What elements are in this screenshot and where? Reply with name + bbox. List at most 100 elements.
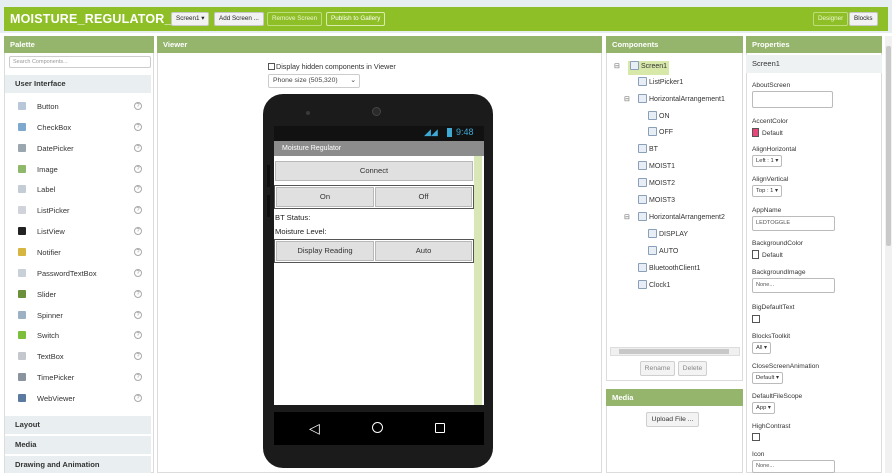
help-icon[interactable]: ? xyxy=(134,143,142,152)
blocks-toolkit-select[interactable]: All ▾ xyxy=(752,342,771,354)
add-screen-button[interactable]: Add Screen ... xyxy=(214,12,264,26)
palette-header: Palette xyxy=(4,36,154,53)
component-item-label: ListPicker1 xyxy=(649,79,684,86)
help-icon[interactable]: ? xyxy=(134,289,142,298)
palette-item-image[interactable]: Image? xyxy=(8,160,150,180)
help-icon[interactable]: ? xyxy=(134,102,142,110)
high-contrast-checkbox[interactable] xyxy=(752,433,760,441)
palette-category-drawing-and-animation[interactable]: Drawing and Animation xyxy=(5,456,151,473)
textbox-icon xyxy=(18,352,26,361)
component-item-on[interactable]: ON xyxy=(648,111,670,125)
component-item-label: BT xyxy=(649,146,658,153)
screen-select-dropdown[interactable]: Screen1 ▾ xyxy=(171,12,210,26)
about-screen-textarea[interactable] xyxy=(752,91,833,108)
palette-category-user-interface[interactable]: User Interface xyxy=(5,75,151,93)
listview-icon xyxy=(18,227,26,236)
scrollbar-thumb[interactable] xyxy=(619,349,729,354)
help-icon[interactable]: ? xyxy=(134,164,142,173)
align-horizontal-select[interactable]: Left : 1 ▾ xyxy=(752,155,783,167)
blocks-button[interactable]: Blocks xyxy=(849,12,878,26)
collapse-toggle-icon[interactable]: ⊟ xyxy=(624,95,630,103)
component-item-off[interactable]: OFF xyxy=(648,127,673,141)
component-item-moist2[interactable]: MOIST2 xyxy=(638,178,675,192)
palette-item-slider[interactable]: Slider? xyxy=(8,285,150,305)
component-type-icon xyxy=(648,111,657,120)
help-icon[interactable]: ? xyxy=(134,310,142,319)
palette-item-datepicker[interactable]: DatePicker? xyxy=(8,139,150,159)
delete-button[interactable]: Delete xyxy=(678,361,707,376)
palette-item-label[interactable]: Label? xyxy=(8,180,150,200)
component-item-horizontalarrangement1[interactable]: HorizontalArrangement1 xyxy=(638,94,725,108)
component-item-screen1[interactable]: Screen1 xyxy=(628,61,670,75)
display-hidden-checkbox[interactable] xyxy=(268,63,275,70)
display-hidden-components-option[interactable]: Display hidden components in Viewer xyxy=(268,62,396,71)
help-icon[interactable]: ? xyxy=(134,122,142,131)
background-color-picker[interactable]: Default xyxy=(752,250,783,259)
status-time: 9:48 xyxy=(456,127,474,137)
remove-screen-button[interactable]: Remove Screen xyxy=(267,12,323,26)
palette-item-notifier[interactable]: Notifier? xyxy=(8,243,150,263)
palette-item-spinner[interactable]: Spinner? xyxy=(8,306,150,326)
collapse-toggle-icon[interactable]: ⊟ xyxy=(624,213,630,221)
page-scrollbar[interactable] xyxy=(885,36,892,473)
designer-button[interactable]: Designer xyxy=(813,12,849,26)
upload-file-button[interactable]: Upload File ... xyxy=(646,412,699,427)
component-item-bluetoothclient1[interactable]: BluetoothClient1 xyxy=(638,263,700,277)
media-header: Media xyxy=(606,389,743,406)
help-icon[interactable]: ? xyxy=(134,227,142,236)
palette-search-input[interactable]: Search Components... xyxy=(9,56,151,68)
help-icon[interactable]: ? xyxy=(134,268,142,277)
phone-status-bar xyxy=(274,126,484,141)
align-vertical-select[interactable]: Top : 1 ▾ xyxy=(752,185,782,197)
palette-item-switch[interactable]: Switch? xyxy=(8,326,150,346)
help-icon[interactable]: ? xyxy=(134,393,142,402)
on-button[interactable]: On xyxy=(276,187,374,207)
help-icon[interactable]: ? xyxy=(134,206,142,215)
moisture-level-label: Moisture Level: xyxy=(275,227,327,236)
help-icon[interactable]: ? xyxy=(134,352,142,361)
collapse-toggle-icon[interactable]: ⊟ xyxy=(614,62,620,70)
component-type-icon xyxy=(648,246,657,255)
palette-item-timepicker[interactable]: TimePicker? xyxy=(8,368,150,388)
big-default-text-checkbox[interactable] xyxy=(752,315,760,323)
default-file-scope-select[interactable]: App ▾ xyxy=(752,402,775,414)
off-button[interactable]: Off xyxy=(375,187,472,207)
app-title-bar: Moisture Regulator xyxy=(274,141,484,156)
page-scrollbar-thumb[interactable] xyxy=(886,46,891,246)
component-item-display[interactable]: DISPLAY xyxy=(648,229,688,243)
component-item-listpicker1[interactable]: ListPicker1 xyxy=(638,77,683,91)
palette-category-media[interactable]: Media xyxy=(5,436,151,454)
palette-item-passwordtextbox[interactable]: PasswordTextBox? xyxy=(8,264,150,284)
background-image-picker[interactable]: None... xyxy=(752,278,835,293)
components-horizontal-scrollbar[interactable] xyxy=(610,347,740,356)
connect-button[interactable]: Connect xyxy=(275,161,473,181)
component-item-moist1[interactable]: MOIST1 xyxy=(638,161,675,175)
help-icon[interactable]: ? xyxy=(134,185,142,194)
component-item-auto[interactable]: AUTO xyxy=(648,246,678,260)
palette-item-textbox[interactable]: TextBox? xyxy=(8,347,150,367)
rename-button[interactable]: Rename xyxy=(640,361,675,376)
component-item-clock1[interactable]: Clock1 xyxy=(638,280,670,294)
component-item-moist3[interactable]: MOIST3 xyxy=(638,195,675,209)
component-item-bt[interactable]: BT xyxy=(638,144,658,158)
palette-item-label: TimePicker xyxy=(37,373,75,383)
phone-size-select[interactable]: Phone size (505,320) ⌄ xyxy=(268,74,360,88)
icon-picker[interactable]: None... xyxy=(752,460,835,473)
palette-item-checkbox[interactable]: CheckBox? xyxy=(8,118,150,138)
accent-color-picker[interactable]: Default xyxy=(752,128,783,137)
app-name-input[interactable]: LEDTOGGLE xyxy=(752,216,835,231)
auto-button[interactable]: Auto xyxy=(375,241,472,261)
palette-item-listpicker[interactable]: ListPicker? xyxy=(8,201,150,221)
help-icon[interactable]: ? xyxy=(134,331,142,340)
palette-item-button[interactable]: Button? xyxy=(8,97,150,117)
palette-item-webviewer[interactable]: WebViewer? xyxy=(8,389,150,409)
align-horizontal-label: AlignHorizontal xyxy=(752,146,797,153)
palette-item-listview[interactable]: ListView? xyxy=(8,222,150,242)
close-screen-animation-select[interactable]: Default ▾ xyxy=(752,372,783,384)
publish-to-gallery-button[interactable]: Publish to Gallery xyxy=(326,12,386,26)
palette-category-layout[interactable]: Layout xyxy=(5,416,151,434)
display-reading-button[interactable]: Display Reading xyxy=(276,241,374,261)
help-icon[interactable]: ? xyxy=(134,247,142,256)
help-icon[interactable]: ? xyxy=(134,373,142,382)
component-item-horizontalarrangement2[interactable]: HorizontalArrangement2 xyxy=(638,212,725,226)
